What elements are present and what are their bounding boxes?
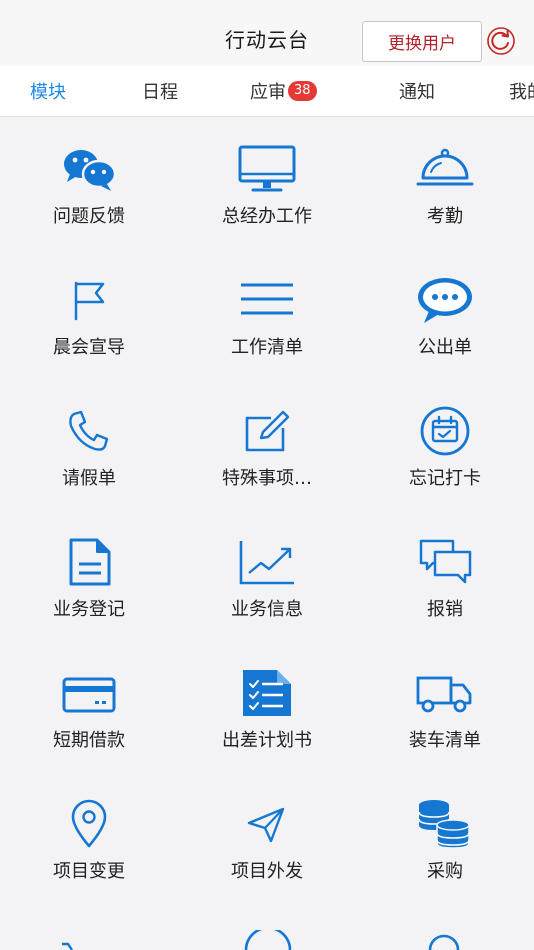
- module-label: 报销: [427, 599, 463, 620]
- tab-mine[interactable]: 我的: [509, 78, 534, 104]
- module-leave-request[interactable]: 请假单: [0, 380, 178, 511]
- module-label: 装车清单: [409, 730, 481, 751]
- tab-label: 我的: [509, 82, 534, 103]
- module-special-matters[interactable]: 特殊事项…: [178, 380, 356, 511]
- tab-label: 应审: [250, 82, 286, 103]
- module-grid: 问题反馈 总经办工作 考勤 晨会宣导 工作清单 公出单 请假单 特殊事项… 忘记…: [0, 118, 534, 950]
- tab-bar: 模块 日程 应审 38 通知 我的: [0, 66, 534, 117]
- tab-label: 通知: [399, 82, 435, 103]
- module-feedback[interactable]: 问题反馈: [0, 118, 178, 249]
- module-project-outsource[interactable]: 项目外发: [178, 773, 356, 904]
- module-label: 忘记打卡: [409, 468, 481, 489]
- send-icon: [247, 807, 285, 843]
- chat-bubble-icon: [418, 278, 472, 323]
- module-project-change[interactable]: 项目变更: [0, 773, 178, 904]
- calendar-check-icon: [420, 406, 470, 456]
- credit-card-icon: [62, 677, 116, 713]
- phone-icon: [69, 410, 109, 451]
- app-header: 行动云台 更换用户: [0, 0, 534, 66]
- module-short-term-loan[interactable]: 短期借款: [0, 642, 178, 773]
- module-label: 特殊事项…: [222, 468, 312, 489]
- module-label: 总经办工作: [222, 206, 312, 227]
- flag-icon: [74, 281, 105, 321]
- module-label: 业务登记: [53, 599, 125, 620]
- module-label: 请假单: [62, 468, 116, 489]
- module-label: 考勤: [427, 206, 463, 227]
- edit-icon: [245, 410, 290, 452]
- tab-modules[interactable]: 模块: [30, 78, 66, 104]
- switch-user-button[interactable]: 更换用户: [362, 21, 482, 62]
- module-label: 业务信息: [231, 599, 303, 620]
- coins-icon: [418, 800, 470, 849]
- tab-notifications[interactable]: 通知: [399, 78, 435, 104]
- module-label: 出差计划书: [222, 730, 312, 751]
- service-bell-icon: [416, 148, 474, 186]
- wechat-chat-icon: [64, 150, 117, 191]
- location-pin-icon: [71, 799, 107, 848]
- trend-chart-icon: [239, 541, 294, 585]
- module-attendance[interactable]: 考勤: [356, 118, 534, 249]
- monitor-icon: [238, 145, 296, 192]
- module-gm-office-work[interactable]: 总经办工作: [178, 118, 356, 249]
- tab-label: 模块: [30, 82, 66, 103]
- tab-label: 日程: [142, 82, 178, 103]
- module-morning-meeting[interactable]: 晨会宣导: [0, 249, 178, 380]
- module-label: 项目外发: [231, 861, 303, 882]
- truck-icon: [416, 676, 472, 713]
- tab-approvals[interactable]: 应审 38: [250, 78, 317, 104]
- module-label: 晨会宣导: [53, 337, 125, 358]
- module-procurement[interactable]: 采购: [356, 773, 534, 904]
- module-label: 项目变更: [53, 861, 125, 882]
- tab-schedule[interactable]: 日程: [142, 78, 178, 104]
- list-lines-icon: [241, 283, 293, 315]
- module-business-registration[interactable]: 业务登记: [0, 511, 178, 642]
- module-business-trip-form[interactable]: 公出单: [356, 249, 534, 380]
- module-forgot-clock-in[interactable]: 忘记打卡: [356, 380, 534, 511]
- module-loading-list[interactable]: 装车清单: [356, 642, 534, 773]
- module-label: 问题反馈: [53, 206, 125, 227]
- module-label: 采购: [427, 861, 463, 882]
- module-business-info[interactable]: 业务信息: [178, 511, 356, 642]
- module-trip-plan[interactable]: 出差计划书: [178, 642, 356, 773]
- module-label: 工作清单: [231, 337, 303, 358]
- document-icon: [69, 538, 111, 586]
- approval-count-badge: 38: [288, 81, 317, 101]
- messages-icon: [419, 539, 472, 584]
- refresh-icon[interactable]: [485, 25, 517, 57]
- module-label: 公出单: [418, 337, 472, 358]
- checklist-icon: [243, 670, 291, 716]
- module-work-list[interactable]: 工作清单: [178, 249, 356, 380]
- next-row-icons-partial: [62, 930, 460, 950]
- module-label: 短期借款: [53, 730, 125, 751]
- module-reimbursement[interactable]: 报销: [356, 511, 534, 642]
